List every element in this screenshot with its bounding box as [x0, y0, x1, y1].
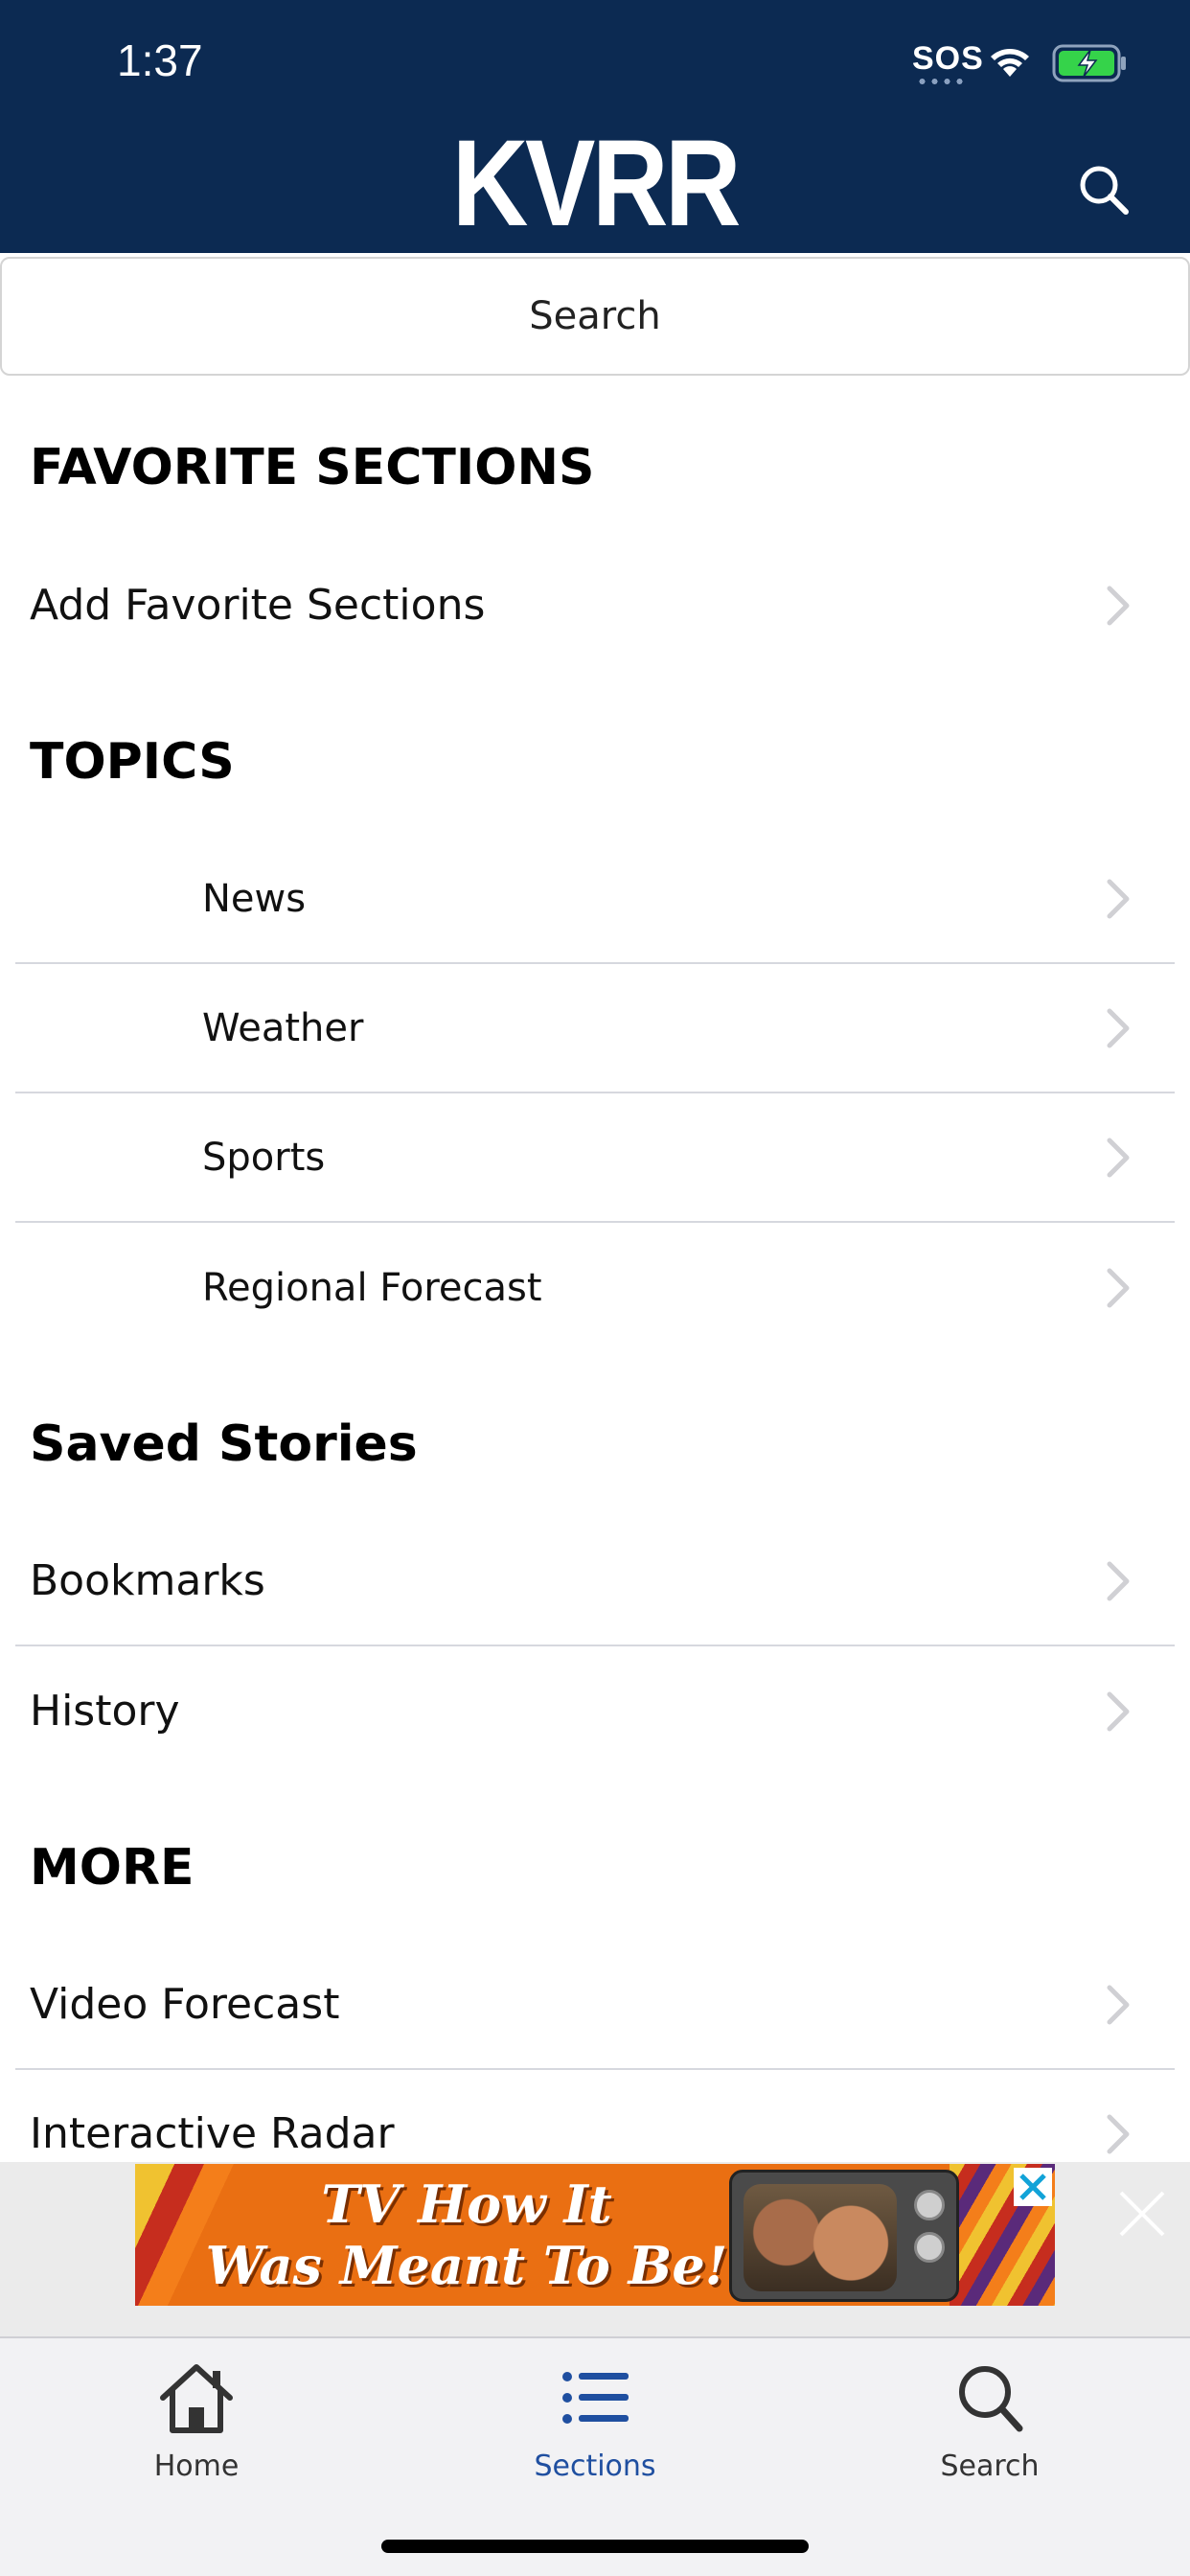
- ad-close-small-icon[interactable]: [1014, 2168, 1052, 2206]
- section-title-more: MORE: [0, 1776, 1190, 1941]
- section-title-text: FAVORITE SECTIONS: [30, 439, 595, 496]
- section-title-text: MORE: [30, 1839, 195, 1897]
- tv-screen: [744, 2184, 897, 2291]
- list-item-label: Add Favorite Sections: [30, 581, 486, 630]
- list-item-label: Regional Forecast: [202, 1265, 542, 1310]
- sections-list: FAVORITE SECTIONS Add Favorite Sections …: [0, 376, 1190, 2162]
- section-title-text: TOPICS: [30, 733, 235, 791]
- chevron-right-icon: [1107, 879, 1130, 918]
- list-item-sports[interactable]: Sports: [15, 1093, 1175, 1223]
- section-title-saved-stories: Saved Stories: [0, 1352, 1190, 1517]
- status-time: 1:37: [117, 35, 203, 85]
- tab-sections-label: Sections: [534, 2450, 656, 2483]
- section-title-topics: TOPICS: [0, 670, 1190, 835]
- list-item-label: Interactive Radar: [30, 2109, 395, 2158]
- list-item-news[interactable]: News: [15, 835, 1175, 964]
- kvrr-logo[interactable]: KVRR: [83, 123, 1107, 245]
- close-icon[interactable]: [1113, 2185, 1171, 2242]
- list-item-history[interactable]: History: [15, 1646, 1175, 1776]
- ad-line-1: TV How It: [321, 2174, 612, 2235]
- list-item-video-forecast[interactable]: Video Forecast: [15, 1941, 1175, 2070]
- ad-line-2: Was Meant To Be!: [205, 2235, 728, 2296]
- chevron-right-icon: [1107, 1561, 1130, 1600]
- chevron-right-icon: [1107, 1268, 1130, 1307]
- list-item-add-favorite-sections[interactable]: Add Favorite Sections: [15, 540, 1175, 670]
- search-field[interactable]: Search: [0, 257, 1190, 376]
- chevron-right-icon: [1107, 586, 1130, 625]
- app-header: 1:37 SOS KVRR: [0, 0, 1190, 253]
- tab-search-label: Search: [940, 2450, 1040, 2483]
- chevron-right-icon: [1107, 1008, 1130, 1047]
- ad-banner[interactable]: TV How It Was Meant To Be!: [135, 2164, 1055, 2306]
- list-item-weather[interactable]: Weather: [15, 964, 1175, 1093]
- tv-knob-icon: [914, 2232, 945, 2263]
- search-field-label: Search: [529, 294, 661, 338]
- chevron-right-icon: [1107, 1691, 1130, 1731]
- search-icon[interactable]: [1075, 161, 1133, 218]
- chevron-right-icon: [1107, 1985, 1130, 2024]
- list-item-label: Sports: [202, 1135, 326, 1180]
- tab-home[interactable]: Home: [81, 2358, 311, 2483]
- search-icon: [959, 2366, 1023, 2432]
- tab-search[interactable]: Search: [875, 2358, 1105, 2483]
- sos-indicator: SOS: [912, 40, 984, 77]
- home-icon: [160, 2364, 233, 2433]
- list-item-label: News: [202, 876, 307, 921]
- list-icon: [562, 2372, 629, 2424]
- battery-icon: [1052, 44, 1126, 82]
- section-title-favorites: FAVORITE SECTIONS: [0, 376, 1190, 540]
- list-item-label: Weather: [202, 1005, 364, 1050]
- tv-knob-icon: [914, 2190, 945, 2220]
- tv-image: [729, 2170, 959, 2302]
- list-item-label: History: [30, 1687, 180, 1736]
- chevron-right-icon: [1107, 1138, 1130, 1177]
- section-title-text: Saved Stories: [30, 1415, 418, 1473]
- list-item-interactive-radar[interactable]: Interactive Radar: [15, 2070, 1175, 2162]
- list-item-label: Video Forecast: [30, 1980, 340, 2029]
- signal-dots-icon: [916, 79, 966, 84]
- list-item-label: Bookmarks: [30, 1556, 265, 1605]
- tab-sections[interactable]: Sections: [480, 2358, 710, 2483]
- tab-home-label: Home: [153, 2450, 240, 2483]
- list-item-regional-forecast[interactable]: Regional Forecast: [15, 1223, 1175, 1352]
- list-item-bookmarks[interactable]: Bookmarks: [15, 1517, 1175, 1646]
- wifi-icon: [991, 49, 1029, 77]
- chevron-right-icon: [1107, 2114, 1130, 2153]
- home-indicator[interactable]: [381, 2540, 809, 2553]
- ad-text: TV How It Was Meant To Be!: [189, 2174, 744, 2296]
